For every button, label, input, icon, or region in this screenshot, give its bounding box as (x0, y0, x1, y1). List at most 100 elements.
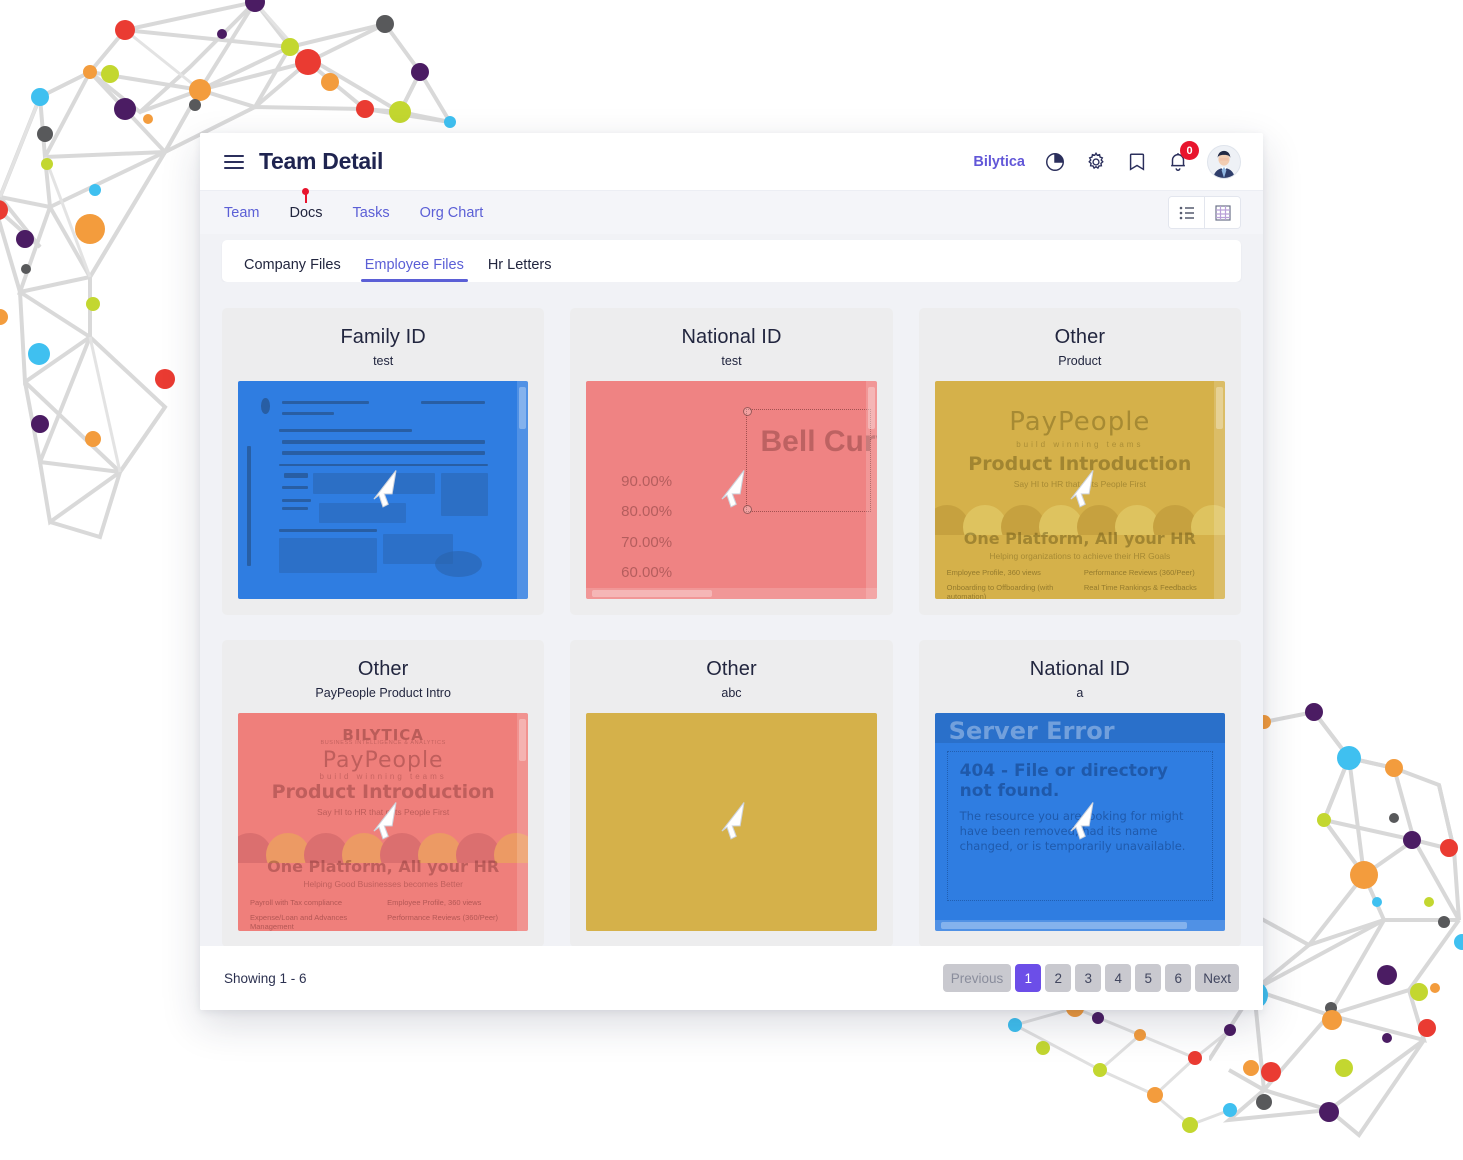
spreadsheet-axis-label: 60.00% (621, 564, 673, 582)
document-thumbnail[interactable]: Bell Curv 90.00% 80.00% 70.00% 60.00% (586, 381, 877, 599)
slide-bullet-list: Employee Profile, 360 views Performance … (947, 568, 1213, 599)
slide-bullet: Performance Reviews (360/Peer) (387, 913, 499, 923)
slide-footer-heading: One Platform, All your HR (267, 856, 500, 876)
tab-employee-files[interactable]: Employee Files (353, 257, 476, 282)
spreadsheet-axis-label: 70.00% (621, 533, 673, 551)
tabstrip: Company Files Employee Files Hr Letters (222, 240, 1241, 282)
pagination: Previous 1 2 3 4 5 6 Next (942, 964, 1239, 992)
document-card[interactable]: Other Product PayPeople build winning te… (918, 308, 1241, 615)
app-window: Team Detail Bilytica 0 Team Docs Tasks O… (200, 133, 1263, 1010)
slide-bullet-list: Payroll with Tax compliance Employee Pro… (250, 898, 516, 931)
document-card[interactable]: National ID test Bell Curv 90.00% 80.00%… (570, 308, 893, 615)
thumbnail-horizontal-scrollbar[interactable] (934, 920, 1225, 931)
gear-icon[interactable] (1084, 150, 1107, 173)
notification-badge: 0 (1180, 141, 1199, 160)
document-card[interactable]: National ID a Server Error 404 - File or… (918, 640, 1241, 946)
tabstrip-container: Company Files Employee Files Hr Letters (200, 234, 1263, 282)
secondary-nav-links: Team Docs Tasks Org Chart (224, 187, 484, 221)
document-thumbnail[interactable]: BILYTICA BUSINESS INTELLIGENCE & ANALYTI… (238, 713, 529, 931)
hamburger-icon[interactable] (224, 154, 244, 169)
document-subtitle: a (1076, 686, 1084, 700)
subnav-item-org-chart[interactable]: Org Chart (420, 205, 484, 221)
subnav-item-docs[interactable]: Docs (289, 187, 323, 221)
active-nav-pin-icon (302, 187, 310, 203)
document-title: Other (706, 658, 757, 680)
slide-bullet: Real Time Rankings & Feedbacks (1083, 583, 1197, 593)
thumbnail-vertical-scrollbar[interactable] (1214, 381, 1225, 599)
thumbnail-vertical-scrollbar[interactable] (517, 713, 529, 931)
network-decoration-bottom (1008, 1000, 1237, 1133)
top-bar: Team Detail Bilytica 0 (200, 133, 1263, 190)
subnav-item-docs-label: Docs (289, 204, 323, 221)
tab-company-files[interactable]: Company Files (232, 257, 353, 282)
thumbnail-horizontal-scrollbar[interactable] (586, 588, 877, 599)
document-thumbnail[interactable] (238, 381, 529, 599)
document-subtitle: abc (721, 686, 742, 700)
slide-bullet: Payroll with Tax compliance (250, 898, 342, 908)
pagination-page-5[interactable]: 5 (1135, 964, 1162, 992)
tab-hr-letters[interactable]: Hr Letters (476, 257, 564, 282)
document-title: Other (357, 658, 409, 680)
slide-footer-sub: Helping Good Businesses becomes Better (303, 878, 464, 889)
pie-chart-icon[interactable] (1043, 150, 1066, 173)
document-thumbnail[interactable] (586, 713, 877, 931)
top-bar-actions: Bilytica 0 (973, 141, 1241, 179)
brand-label[interactable]: Bilytica (973, 154, 1025, 170)
cursor-arrow-icon (721, 470, 745, 508)
document-thumbnail[interactable]: Server Error 404 - File or directory not… (934, 713, 1225, 931)
spreadsheet-selection-box (746, 409, 871, 512)
subnav-item-tasks[interactable]: Tasks (353, 205, 390, 221)
document-thumbnail[interactable]: PayPeople build winning teams Product In… (934, 381, 1225, 599)
slide-tagline: build winning teams (319, 771, 447, 781)
document-title: Other (1054, 326, 1106, 348)
page-title: Team Detail (259, 148, 384, 174)
slide-footer-heading: One Platform, All your HR (963, 529, 1196, 549)
error-banner-title: Server Error (948, 717, 1115, 745)
document-subtitle: PayPeople Product Intro (315, 686, 451, 700)
view-toggle (1168, 196, 1241, 229)
document-card[interactable]: Other abc (570, 640, 893, 946)
pagination-page-1[interactable]: 1 (1015, 964, 1042, 992)
document-card[interactable]: Family ID test (222, 308, 545, 615)
list-view-button[interactable] (1169, 197, 1204, 228)
spreadsheet-axis-label: 80.00% (621, 503, 673, 521)
slide-logo: PayPeople (1009, 407, 1151, 438)
cursor-arrow-icon (1070, 802, 1094, 840)
slide-bullet: Employee Profile, 360 views (946, 568, 1041, 578)
avatar[interactable] (1207, 144, 1241, 179)
showing-count: Showing 1 - 6 (224, 970, 307, 986)
slide-brand-sub: BUSINESS INTELLIGENCE & ANALYTICS (320, 740, 446, 747)
documents-content: Family ID test National ID test Bell Cur… (200, 282, 1263, 946)
document-subtitle: test (721, 354, 742, 368)
slide-bullet: Performance Reviews (360/Peer) (1083, 568, 1195, 578)
cursor-arrow-icon (373, 802, 397, 840)
thumbnail-vertical-scrollbar[interactable] (517, 381, 529, 599)
pagination-page-2[interactable]: 2 (1045, 964, 1072, 992)
thumbnail-vertical-scrollbar[interactable] (865, 381, 877, 599)
document-title: Family ID (340, 326, 426, 348)
slide-logo: PayPeople (322, 747, 444, 773)
secondary-nav: Team Docs Tasks Org Chart (200, 187, 1263, 234)
grid-view-button[interactable] (1204, 197, 1240, 228)
slide-bullet: Expense/Loan and Advances Management (250, 913, 348, 931)
bookmark-icon[interactable] (1125, 150, 1148, 173)
pagination-page-6[interactable]: 6 (1165, 964, 1192, 992)
pagination-previous[interactable]: Previous (942, 964, 1012, 992)
document-subtitle: Product (1058, 354, 1102, 368)
bell-icon[interactable]: 0 (1166, 141, 1199, 173)
document-title: National ID (681, 326, 782, 348)
document-card[interactable]: Other PayPeople Product Intro BILYTICA B… (222, 640, 545, 946)
cursor-arrow-icon (1070, 470, 1094, 508)
slide-footer-sub: Helping organizations to achieve their H… (989, 551, 1171, 562)
pagination-page-3[interactable]: 3 (1075, 964, 1102, 992)
cursor-arrow-icon (721, 802, 745, 840)
slide-tagline: build winning teams (1016, 439, 1144, 449)
pagination-page-4[interactable]: 4 (1105, 964, 1132, 992)
pagination-next[interactable]: Next (1195, 964, 1239, 992)
documents-grid: Family ID test National ID test Bell Cur… (222, 308, 1241, 946)
subnav-item-team[interactable]: Team (224, 205, 259, 221)
slide-bullet: Onboarding to Offboarding (with automati… (946, 583, 1054, 599)
cursor-arrow-icon (373, 470, 397, 508)
document-subtitle: test (373, 354, 394, 368)
slide-bullet: Employee Profile, 360 views (387, 898, 482, 908)
